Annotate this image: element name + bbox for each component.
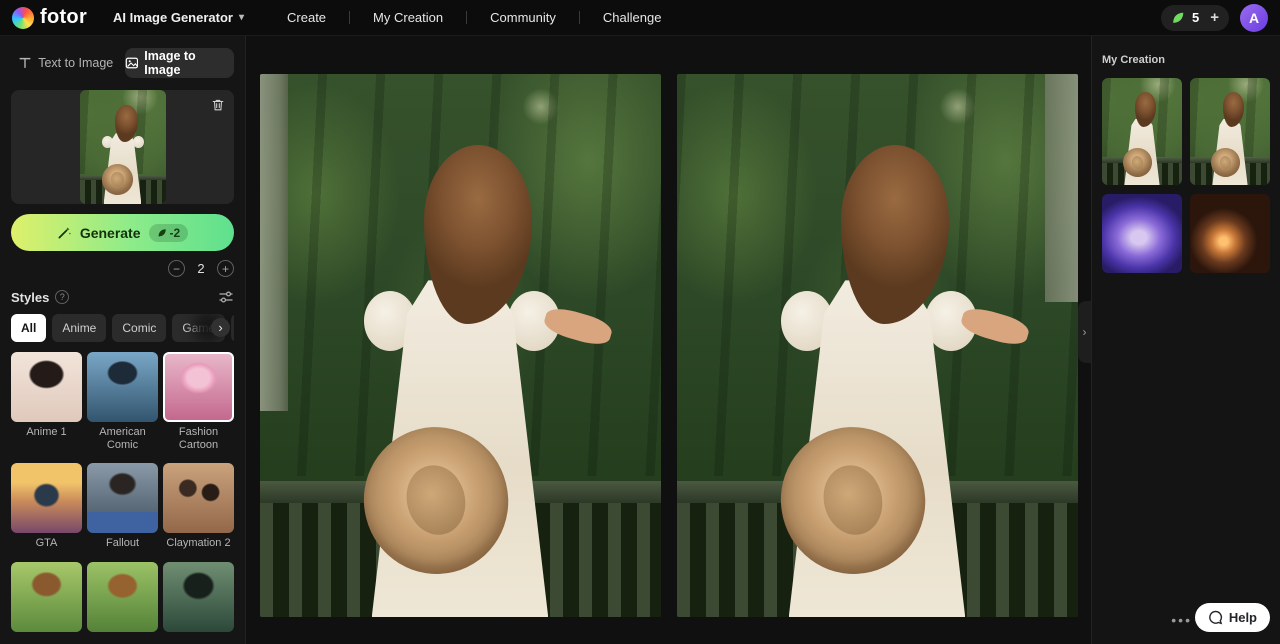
trash-icon <box>212 99 224 111</box>
app-window: fotor AI Image Generator ▾ Create My Cre… <box>0 0 1280 644</box>
style-thumbnail <box>163 561 234 632</box>
navbar-right: 5 + A <box>1161 3 1268 32</box>
my-creation-title: My Creation <box>1102 54 1165 66</box>
generation-cost-value: -2 <box>169 225 181 240</box>
result-canvas: › <box>246 36 1091 644</box>
style-thumbnail <box>87 561 158 632</box>
generation-sidebar: Text to Image Image to Image Generate -2… <box>0 36 246 644</box>
nav-community[interactable]: Community <box>467 10 579 25</box>
style-settings-button[interactable] <box>218 289 234 305</box>
increase-count-button[interactable]: + <box>217 260 234 277</box>
styles-help-icon[interactable]: ? <box>55 290 70 304</box>
tab-image-to-image-label: Image to Image <box>144 49 196 77</box>
creation-thumbnail-4[interactable] <box>1190 194 1270 273</box>
style-thumbnail <box>87 463 158 534</box>
uploaded-reference-image <box>79 90 166 204</box>
top-navbar: fotor AI Image Generator ▾ Create My Cre… <box>0 0 1280 36</box>
creation-thumbnail-1[interactable] <box>1102 78 1182 185</box>
magic-wand-icon <box>58 227 71 239</box>
batch-count-value: 2 <box>197 261 205 276</box>
style-thumbnail <box>163 463 234 534</box>
style-item-gta[interactable]: GTA <box>11 463 82 550</box>
more-options-button[interactable]: ••• <box>1171 612 1192 628</box>
style-thumbnail <box>11 463 82 534</box>
style-thumbnail <box>87 352 158 422</box>
add-credits-button[interactable]: + <box>1206 9 1219 26</box>
chip-clipped[interactable]: A <box>231 314 234 342</box>
generation-cost-badge: -2 <box>148 223 189 242</box>
chips-scroll-right-button[interactable]: › <box>211 318 230 337</box>
app-body: Text to Image Image to Image Generate -2… <box>0 36 1280 644</box>
creation-thumbnail-2[interactable] <box>1190 78 1270 185</box>
style-thumbnail-selected <box>163 352 234 422</box>
creation-grid <box>1102 78 1270 273</box>
avatar[interactable]: A <box>1240 3 1268 32</box>
style-item-7[interactable] <box>11 561 82 636</box>
style-item-fashion-cartoon[interactable]: Fashion Cartoon <box>163 352 234 451</box>
batch-count-stepper: − 2 + <box>11 260 234 277</box>
help-button-label: Help <box>1228 610 1257 625</box>
generate-button-label: Generate <box>79 224 141 241</box>
credits-count: 5 <box>1192 10 1200 25</box>
chip-comic[interactable]: Comic <box>112 314 167 342</box>
tab-text-to-image-label: Text to Image <box>38 56 114 70</box>
style-grid: Anime 1 American Comic Fashion Cartoon G… <box>11 352 234 636</box>
style-item-8[interactable] <box>87 561 158 636</box>
style-item-9[interactable] <box>163 561 234 636</box>
creation-thumbnail-3[interactable] <box>1102 194 1182 273</box>
reference-image-box[interactable] <box>11 90 234 204</box>
decrease-count-button[interactable]: − <box>168 260 185 277</box>
style-item-fallout[interactable]: Fallout <box>87 463 158 550</box>
tab-image-to-image[interactable]: Image to Image <box>124 48 234 78</box>
mode-tabs: Text to Image Image to Image <box>11 48 234 78</box>
nav-create[interactable]: Create <box>264 10 349 25</box>
help-button[interactable]: Help <box>1194 603 1270 632</box>
fotor-logo-text: fotor <box>40 6 88 28</box>
style-item-anime-1[interactable]: Anime 1 <box>11 352 82 451</box>
generated-image-2[interactable] <box>676 74 1078 617</box>
credits-pill[interactable]: 5 + <box>1161 4 1229 31</box>
fotor-logo-icon <box>12 6 34 29</box>
style-item-claymation-2[interactable]: Claymation 2 <box>163 463 234 550</box>
style-thumbnail <box>11 352 82 422</box>
generated-image-1[interactable] <box>259 74 661 617</box>
style-thumbnail <box>11 561 82 632</box>
scene-pillar <box>1045 74 1078 303</box>
image-to-image-icon <box>125 57 138 69</box>
tab-text-to-image[interactable]: Text to Image <box>11 48 121 78</box>
leaf-icon <box>1173 12 1184 23</box>
tool-selector-label: AI Image Generator <box>113 10 233 25</box>
styles-header: Styles ? <box>11 289 234 305</box>
creation-image <box>1190 78 1270 185</box>
chevron-down-icon: ▾ <box>238 12 245 23</box>
scene-pillar <box>259 74 288 411</box>
panel-collapse-handle[interactable]: › <box>1078 301 1091 363</box>
fotor-logo[interactable]: fotor <box>12 6 87 29</box>
my-creation-panel: My Creation <box>1091 36 1280 644</box>
chat-bubble-icon <box>1208 610 1223 625</box>
nav-challenge[interactable]: Challenge <box>580 10 685 25</box>
chip-anime[interactable]: Anime <box>52 314 107 342</box>
delete-image-button[interactable] <box>211 98 225 112</box>
leaf-icon <box>158 228 166 236</box>
chevron-right-icon: › <box>1082 325 1087 339</box>
tool-selector-dropdown[interactable]: AI Image Generator ▾ <box>113 10 244 25</box>
nav-my-creation[interactable]: My Creation <box>350 10 466 25</box>
creation-image <box>1102 78 1182 185</box>
styles-title: Styles <box>11 289 50 305</box>
text-to-image-icon <box>19 57 31 69</box>
generate-button[interactable]: Generate -2 <box>11 214 234 251</box>
style-category-chips: All Anime Comic Game A › <box>11 314 234 342</box>
chip-all[interactable]: All <box>11 314 47 342</box>
style-item-american-comic[interactable]: American Comic <box>87 352 158 451</box>
sliders-icon <box>219 291 233 303</box>
main-nav: Create My Creation Community Challenge <box>264 10 684 25</box>
